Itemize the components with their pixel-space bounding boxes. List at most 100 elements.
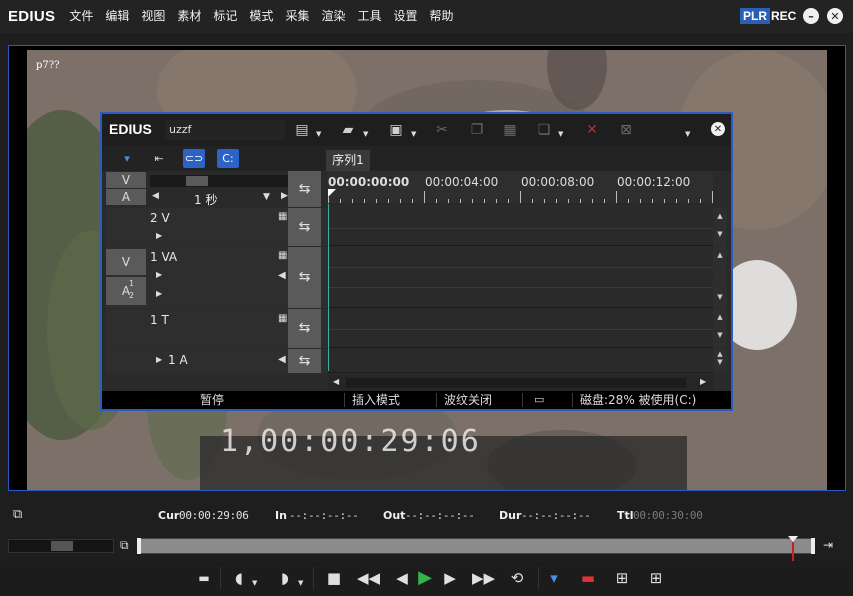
timeline-cursor[interactable] [328,204,329,371]
timeline-close-button[interactable]: ✕ [711,122,725,136]
plr-mode-button[interactable]: PLR [740,8,770,24]
video-track-icon: ▦ [278,211,288,222]
overwrite-to-timeline-icon[interactable]: ▬ [577,569,599,587]
menu-edit[interactable]: 编辑 [99,0,135,33]
menu-view[interactable]: 视图 [135,0,171,33]
output-icon[interactable]: ▬ [193,569,215,587]
swap-button-1va[interactable]: ⇆ [288,247,321,308]
swap-button-1t[interactable]: ⇆ [288,309,321,348]
video-track-icon: ▦ [278,250,288,261]
scrub-bar[interactable] [137,536,815,562]
add-clip-icon[interactable]: ⊞ [611,569,633,587]
status-insert-mode[interactable]: 插入模式 [352,391,400,409]
swap-button-1a[interactable]: ⇆ [288,349,321,373]
ruler-ticks [328,189,713,203]
cut-icon[interactable]: ✂ [432,122,452,138]
header-v-box[interactable]: V [106,172,146,188]
title-track-icon: ▦ [278,313,288,324]
camera-icon[interactable]: ⧉ [13,507,22,522]
menu-file[interactable]: 文件 [63,0,99,33]
lane-scroll-1t[interactable]: ▲ ▼ [713,309,727,348]
scrub-playhead-cap[interactable] [788,536,798,542]
menu-help[interactable]: 帮助 [424,0,460,33]
scroll-right-icon[interactable]: ▶ [700,377,706,386]
menu-marker[interactable]: 标记 [207,0,243,33]
ripple-delete-icon[interactable]: ⊠ [616,122,636,138]
dur-value: --:--:--:-- [521,509,591,522]
menu-render[interactable]: 渲染 [315,0,351,33]
menu-settings[interactable]: 设置 [387,0,423,33]
loop-icon[interactable]: ⧉ [120,538,129,553]
scroll-end-icon[interactable]: ⇥ [823,538,833,552]
snap-mode-icon[interactable]: C: [217,149,239,168]
rec-mode-button[interactable]: REC [771,8,796,24]
expand-triangle-icon[interactable]: ▶ [156,231,162,240]
lane-scroll-1va[interactable]: ▲ ▼ [713,247,727,308]
project-name-field[interactable]: uzzf [165,120,285,140]
scale-label: 1 秒 [194,193,218,207]
expand-triangle-icon[interactable]: ▶ [156,270,162,279]
delete-icon[interactable]: ✕ [582,122,602,138]
swap-button-2v[interactable]: ⇆ [288,208,321,246]
stop-icon[interactable]: ■ [323,569,345,587]
menu-tools[interactable]: 工具 [351,0,387,33]
track-lane-1t[interactable] [328,309,713,348]
rewind-icon[interactable]: ◀◀ [357,569,380,587]
expand-triangle-icon[interactable]: ▶ [156,355,162,364]
menu-clip[interactable]: 素材 [171,0,207,33]
ruler-label-12s: 00:00:12:00 [617,175,691,189]
paste-icon[interactable]: ▦ [500,122,520,138]
shuttle-knob[interactable] [51,541,73,551]
track-lane-1a[interactable] [328,349,713,373]
copy-icon[interactable]: ❐ [467,122,487,138]
timeline-ruler[interactable]: 00:00:00:00 00:00:04:00 00:00:08:00 00:0… [328,171,713,203]
video-overlay-label: p7?? [36,60,60,71]
monitor-icon[interactable]: ▭ [534,391,544,409]
set-out-icon[interactable]: ◗ [274,569,296,587]
minimize-button[interactable]: – [803,8,819,24]
header-a-box[interactable]: A [106,189,146,205]
track-1va-v-box[interactable]: V [106,249,146,275]
timeline-window: EDIUS uzzf ▤ ▼ ▰ ▼ ▣ ▼ ✂ ❐ ▦ ❏ ▼ ✕ ⊠ ▼ ✕… [100,112,733,411]
link-mode-icon[interactable]: ⊂⊃ [183,149,205,168]
sequence-icon[interactable]: ▤ [292,122,312,138]
set-in-icon[interactable]: ◖ [228,569,250,587]
add-sequence-icon[interactable]: ⊞ [645,569,667,587]
save-project-icon[interactable]: ▣ [386,122,406,138]
expand-triangle-icon[interactable]: ▶ [156,289,162,298]
shuttle-slider[interactable] [8,539,114,553]
timeline-logo: EDIUS [109,121,152,137]
burned-timecode-text: 1,00:00:29:06 [220,424,481,459]
audio-speaker-icon: ◀ [278,270,286,281]
track-1va-a-box[interactable]: A [106,277,146,305]
timeline-hscrollbar[interactable]: ◀ ▶ [328,375,713,391]
insert-to-timeline-icon[interactable]: ▾ [543,569,565,587]
scale-slider-knob[interactable] [186,176,208,186]
lane-scroll-1a[interactable]: ▲ ▼ [713,349,727,373]
step-back-icon[interactable]: ◀ [391,569,413,587]
in-label: In [275,509,287,522]
track-name-2v: 2 V [150,211,170,225]
paste-mode-icon[interactable]: ❏ [534,122,554,138]
play-icon[interactable]: ▶ [414,569,436,587]
sync-mode-icon[interactable]: ⇤ [148,149,170,168]
close-button[interactable]: ✕ [827,8,843,24]
open-project-icon[interactable]: ▰ [338,122,358,138]
menu-capture[interactable]: 采集 [279,0,315,33]
track-lane-1va[interactable] [328,247,713,308]
fast-forward-icon[interactable]: ▶▶ [472,569,495,587]
scroll-left-icon[interactable]: ◀ [333,377,339,386]
step-forward-icon[interactable]: ▶ [439,569,461,587]
tab-sequence-1[interactable]: 序列1 [326,150,370,171]
swap-channels-button-top[interactable]: ⇆ [288,171,321,207]
lane-scroll-2v[interactable]: ▲ ▼ [713,208,727,246]
scale-slider[interactable] [150,175,290,187]
track-lane-2v[interactable] [328,208,713,246]
edius-app: EDIUS 文件 编辑 视图 素材 标记 模式 采集 渲染 工具 设置 帮助 P… [0,0,853,596]
status-ripple[interactable]: 波纹关闭 [444,391,492,409]
scrub-playhead[interactable] [792,542,794,562]
menu-mode[interactable]: 模式 [243,0,279,33]
loop-play-icon[interactable]: ⟲ [506,569,528,587]
menu-bar: EDIUS 文件 编辑 视图 素材 标记 模式 采集 渲染 工具 设置 帮助 [0,0,853,33]
insert-overwrite-icon[interactable]: ▾ [116,149,138,168]
